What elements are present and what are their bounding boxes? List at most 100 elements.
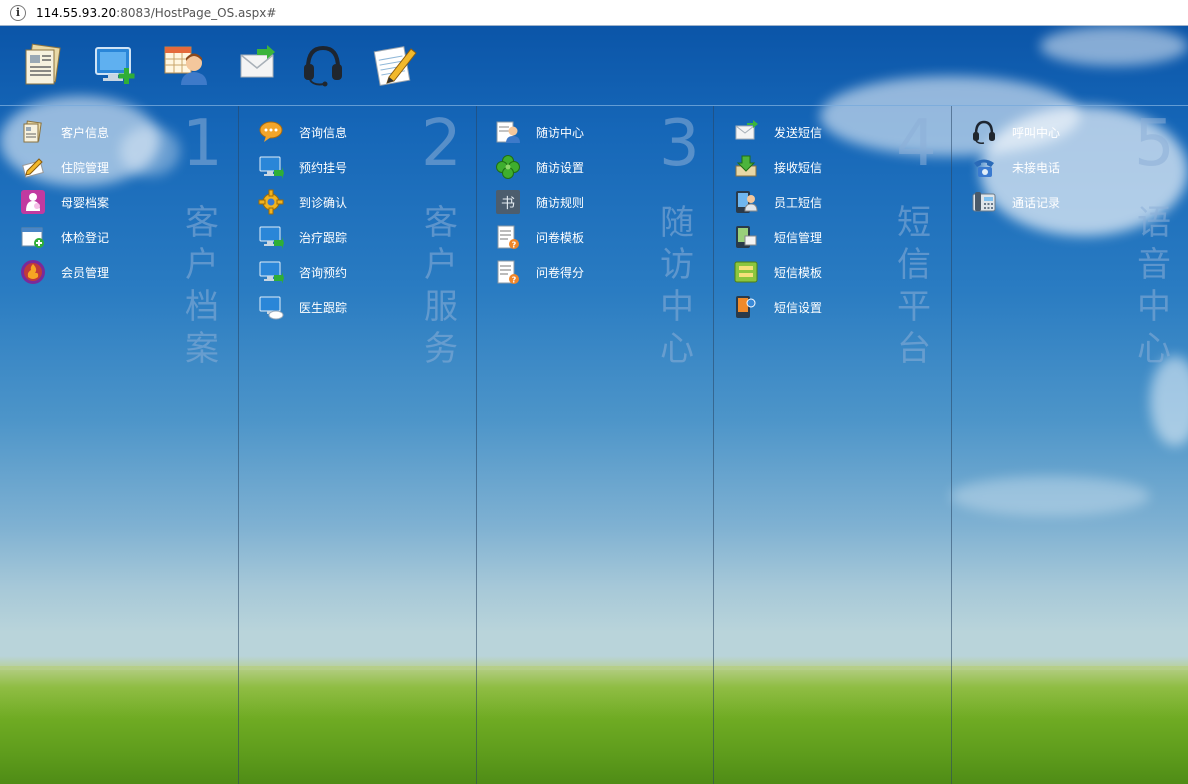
menu-item-label: 问卷得分 [536, 265, 585, 280]
menu-item-label: 通话记录 [1012, 195, 1061, 210]
menu-item-sms-template[interactable]: 短信模板 [733, 257, 822, 287]
monitor-arrow-icon [258, 154, 284, 180]
menu-item-sms-settings[interactable]: 短信设置 [733, 292, 822, 322]
gear-icon [258, 189, 284, 215]
menu-item-receive-sms[interactable]: 接收短信 [733, 152, 822, 182]
staff-phone-icon [733, 189, 759, 215]
monitor-add-icon [95, 47, 135, 84]
column-customer-archive: 1 客户档案 客户信息 住院管理 母婴档案 体检登记 会员管理 [0, 106, 239, 784]
menu-item-label: 呼叫中心 [1012, 125, 1061, 140]
column-title: 短信平台 [897, 203, 931, 369]
mother-baby-icon [20, 189, 46, 215]
toolbar-notepad-button[interactable] [368, 38, 422, 92]
column-number: 2 [421, 107, 462, 181]
toolbar-monitor-add-button[interactable] [88, 38, 142, 92]
column-number: 1 [182, 107, 223, 181]
menu-item-label: 随访设置 [536, 160, 585, 175]
menu-item-questionnaire-score[interactable]: ? 问卷得分 [495, 257, 584, 287]
clover-icon [495, 154, 521, 180]
menu-item-label: 咨询预约 [299, 265, 348, 280]
top-toolbar [0, 26, 1188, 106]
menu-item-missed-calls[interactable]: 未接电话 [971, 152, 1060, 182]
telephone-icon [971, 189, 997, 215]
menu-item-call-center[interactable]: 呼叫中心 [971, 117, 1060, 147]
menu-item-label: 短信模板 [774, 265, 823, 280]
svg-text:?: ? [512, 241, 517, 250]
menu-item-followup-center[interactable]: 随访中心 [495, 117, 584, 147]
menu-item-label: 接收短信 [774, 160, 823, 175]
menu-item-label: 问卷模板 [536, 230, 585, 245]
menu-item-mother-baby-archive[interactable]: 母婴档案 [20, 187, 109, 217]
menu-item-send-sms[interactable]: 发送短信 [733, 117, 822, 147]
toolbar-mail-button[interactable] [230, 38, 284, 92]
menu-item-label: 随访规则 [536, 195, 585, 210]
questionnaire-icon: ? [495, 259, 521, 285]
menu-item-label: 咨询信息 [299, 125, 348, 140]
menu-item-label: 医生跟踪 [299, 300, 348, 315]
book-icon: 书 [495, 189, 521, 215]
menu-item-label: 母婴档案 [61, 195, 110, 210]
menu-item-label: 未接电话 [1012, 160, 1061, 175]
menu-item-customer-info[interactable]: 客户信息 [20, 117, 109, 147]
menu-item-consult-info[interactable]: 咨询信息 [258, 117, 347, 147]
toolbar-calendar-person-button[interactable] [158, 38, 212, 92]
svg-text:书: 书 [501, 196, 515, 212]
user-card-icon [495, 119, 521, 145]
phone-missed-icon [971, 154, 997, 180]
menu-item-sms-management[interactable]: 短信管理 [733, 222, 822, 252]
info-icon[interactable]: i [10, 4, 26, 21]
menu-item-doctor-tracking[interactable]: 医生跟踪 [258, 292, 347, 322]
menu-item-label: 员工短信 [774, 195, 823, 210]
monitor-cloud-icon [258, 294, 284, 320]
menu-item-label: 短信管理 [774, 230, 823, 245]
toolbar-headset-button[interactable] [296, 38, 350, 92]
template-box-icon [733, 259, 759, 285]
address-bar[interactable]: i 114.55.93.20:8083/HostPage_OS.aspx# [0, 0, 1188, 26]
menu-item-label: 短信设置 [774, 300, 823, 315]
column-sms-platform: 4 短信平台 发送短信 接收短信 员工短信 短信管理 短信模板 短信设置 [714, 106, 952, 784]
toolbar-documents-button[interactable] [16, 38, 70, 92]
menu-item-hospital-management[interactable]: 住院管理 [20, 152, 109, 182]
pencil-paper-icon [20, 154, 46, 180]
inbox-arrow-icon [733, 154, 759, 180]
menu-item-questionnaire-template[interactable]: ? 问卷模板 [495, 222, 584, 252]
menu-item-member-management[interactable]: 会员管理 [20, 257, 109, 287]
menu-item-treatment-tracking[interactable]: 治疗跟踪 [258, 222, 347, 252]
menu-item-checkup-registration[interactable]: 体检登记 [20, 222, 109, 252]
column-followup-center: 3 随访中心 随访中心 随访设置 书 随访规则 ? 问卷模板 ? 问卷得分 [477, 106, 714, 784]
questionnaire-icon: ? [495, 224, 521, 250]
chat-bubble-icon [258, 119, 284, 145]
column-title: 随访中心 [660, 203, 694, 369]
menu-item-call-records[interactable]: 通话记录 [971, 187, 1060, 217]
monitor-arrow-icon [258, 224, 284, 250]
menu-item-label: 预约挂号 [299, 160, 348, 175]
svg-text:?: ? [512, 276, 517, 285]
column-voice-center: 5 语音中心 呼叫中心 未接电话 通话记录 [952, 106, 1188, 784]
menu-item-visit-confirm[interactable]: 到诊确认 [258, 187, 347, 217]
menu-item-label: 住院管理 [61, 160, 110, 175]
headset-icon [304, 45, 342, 87]
menu-item-appointment-registration[interactable]: 预约挂号 [258, 152, 347, 182]
menu-item-label: 体检登记 [61, 230, 110, 245]
notepad-pencil-icon [373, 46, 417, 86]
menu-item-consult-appointment[interactable]: 咨询预约 [258, 257, 347, 287]
documents-icon [25, 43, 61, 85]
column-customer-service: 2 客户服务 咨询信息 预约挂号 到诊确认 治疗跟踪 咨询预约 医生跟踪 [239, 106, 477, 784]
menu-item-label: 到诊确认 [299, 195, 348, 210]
url-path: :8083/HostPage_OS.aspx# [116, 5, 277, 20]
headset-icon [971, 119, 997, 145]
column-number: 3 [659, 107, 700, 181]
phone-settings-icon [733, 294, 759, 320]
calendar-person-icon [164, 46, 207, 85]
menu-item-followup-settings[interactable]: 随访设置 [495, 152, 584, 182]
monitor-arrow-icon [258, 259, 284, 285]
menu-item-followup-rules[interactable]: 书 随访规则 [495, 187, 584, 217]
column-title: 客户档案 [185, 203, 219, 369]
form-add-icon [20, 224, 46, 250]
address-url[interactable]: 114.55.93.20:8083/HostPage_OS.aspx# [36, 6, 276, 20]
menu-item-label: 发送短信 [774, 125, 823, 140]
envelope-send-icon [733, 119, 759, 145]
phone-card-icon [733, 224, 759, 250]
menu-item-staff-sms[interactable]: 员工短信 [733, 187, 822, 217]
column-title: 语音中心 [1137, 203, 1171, 369]
